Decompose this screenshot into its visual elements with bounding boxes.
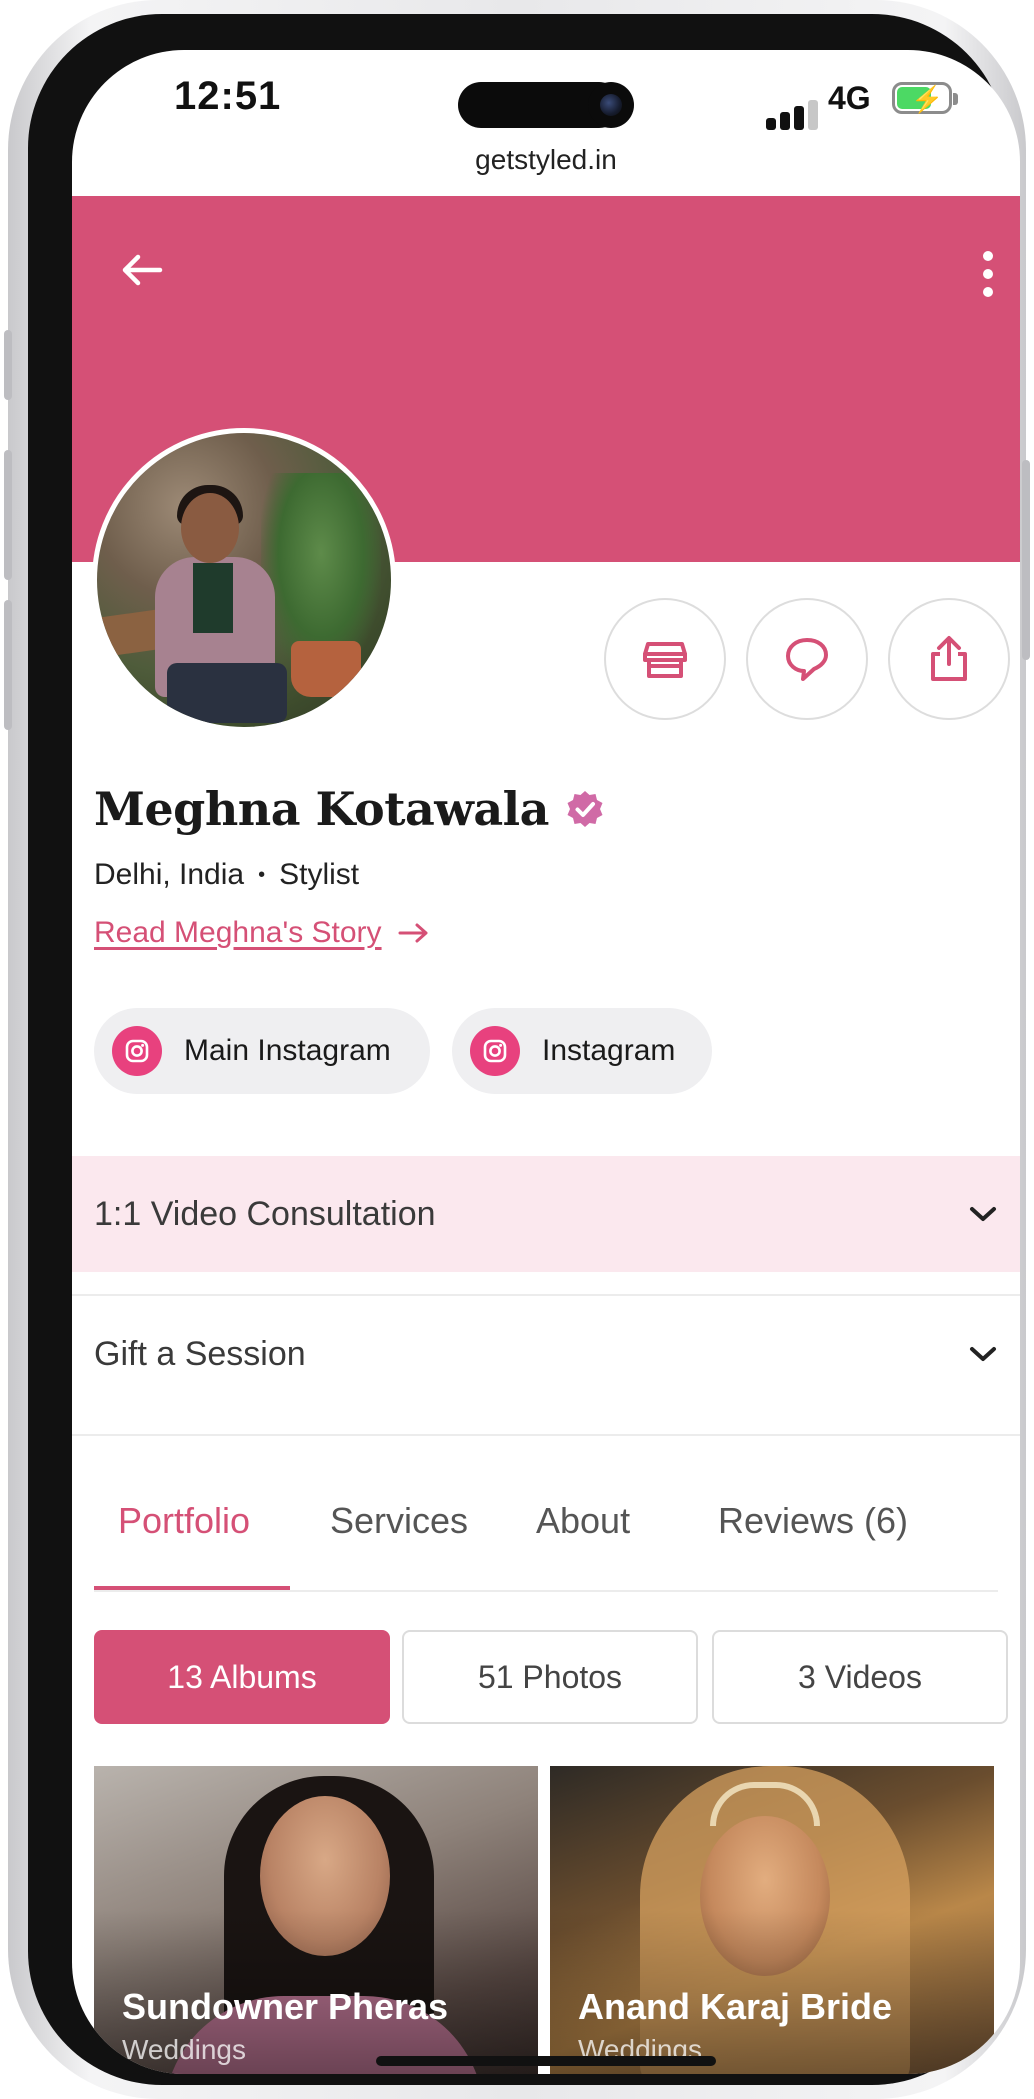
profile-name: Meghna Kotawala	[94, 782, 549, 836]
meta-separator: •	[258, 863, 266, 886]
instagram-icon	[112, 1026, 162, 1076]
chat-button[interactable]	[746, 598, 868, 720]
accordion-label: Gift a Session	[94, 1334, 306, 1373]
read-story-label: Read Meghna's Story	[94, 916, 382, 949]
chevron-down-icon	[970, 1207, 996, 1221]
verified-badge-icon	[567, 791, 603, 827]
album-card[interactable]: Anand Karaj Bride Weddings	[550, 1766, 994, 2074]
profile-name-row: Meghna Kotawala	[94, 782, 605, 836]
social-pill-label: Main Instagram	[184, 1034, 391, 1067]
segment-albums[interactable]: 13 Albums	[94, 1630, 390, 1724]
album-title: Anand Karaj Bride	[578, 1986, 893, 2027]
arrow-right-icon	[398, 923, 428, 943]
chevron-down-icon	[970, 1347, 996, 1361]
battery-icon: ⚡	[892, 82, 958, 114]
status-time: 12:51	[174, 74, 282, 118]
profile-meta: Delhi, India • Stylist	[94, 858, 359, 892]
tab-portfolio[interactable]: Portfolio	[118, 1500, 250, 1542]
album-category: Weddings	[122, 2034, 247, 2065]
home-indicator[interactable]	[376, 2056, 716, 2066]
accordion-gift-session[interactable]: Gift a Session	[72, 1296, 1020, 1412]
divider	[72, 1434, 1020, 1436]
mute-switch	[4, 330, 12, 400]
accordion-label: 1:1 Video Consultation	[94, 1194, 436, 1233]
more-vertical-icon[interactable]	[982, 250, 994, 298]
active-tab-indicator	[94, 1586, 290, 1590]
front-camera	[588, 82, 634, 128]
social-pill-instagram[interactable]: Instagram	[452, 1008, 712, 1094]
signal-icon	[766, 100, 820, 130]
store-button[interactable]	[604, 598, 726, 720]
album-title: Sundowner Pheras	[122, 1986, 449, 2027]
social-pill-label: Instagram	[542, 1034, 676, 1067]
volume-up-button	[4, 450, 12, 580]
profile-tabs: Portfolio Services About Reviews (6)	[94, 1480, 998, 1592]
read-story-link[interactable]: Read Meghna's Story	[94, 916, 430, 950]
share-icon	[931, 636, 967, 681]
instagram-icon	[470, 1026, 520, 1076]
segment-photos[interactable]: 51 Photos	[402, 1630, 698, 1724]
phone-frame: 12:51 4G ⚡ getstyled.in Meghna Kotawala …	[4, 0, 1030, 2099]
album-card[interactable]: Sundowner Pheras Weddings	[94, 1766, 538, 2074]
segment-videos[interactable]: 3 Videos	[712, 1630, 1008, 1724]
avatar	[92, 428, 396, 732]
power-button	[1022, 460, 1030, 660]
share-button[interactable]	[888, 598, 1010, 720]
store-icon	[643, 642, 687, 678]
accordion-video-consultation[interactable]: 1:1 Video Consultation	[72, 1156, 1020, 1272]
screen: 12:51 4G ⚡ getstyled.in Meghna Kotawala …	[72, 50, 1020, 2074]
tab-about[interactable]: About	[536, 1500, 630, 1542]
profile-location: Delhi, India	[94, 858, 245, 891]
tab-reviews[interactable]: Reviews (6)	[718, 1500, 908, 1542]
network-type: 4G	[828, 80, 871, 116]
social-pill-main-instagram[interactable]: Main Instagram	[94, 1008, 430, 1094]
profile-role: Stylist	[279, 858, 360, 891]
arrow-left-icon[interactable]	[118, 246, 166, 294]
tab-services[interactable]: Services	[330, 1500, 468, 1542]
chat-bubble-icon	[786, 638, 828, 681]
volume-down-button	[4, 600, 12, 730]
url-bar[interactable]: getstyled.in	[72, 144, 1020, 176]
bezel: 12:51 4G ⚡ getstyled.in Meghna Kotawala …	[28, 14, 1020, 2085]
